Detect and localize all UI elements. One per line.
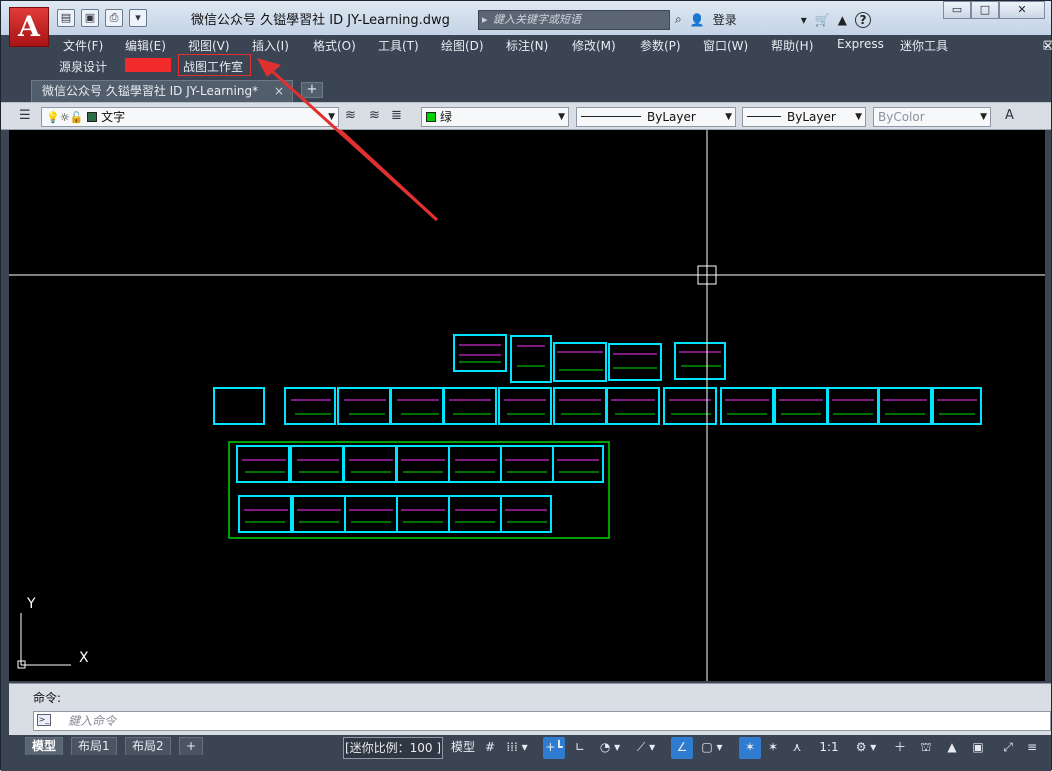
customize-menu-icon[interactable]: ≡ (1021, 737, 1043, 759)
ucs-x-label: X (79, 650, 89, 666)
command-prompt-icon[interactable]: >_ (37, 714, 51, 726)
grid-icon[interactable]: # (481, 737, 499, 759)
model-space-toggle[interactable]: 模型 (449, 737, 477, 759)
ortho-icon[interactable]: ∟ (569, 737, 591, 759)
tab-layout1[interactable]: 布局1 (71, 737, 117, 755)
osnap-tracking-icon[interactable]: ∠ (671, 737, 693, 759)
mini-scale-readout[interactable]: [迷你比例：100 ] (343, 737, 443, 759)
annotation-visibility-icon[interactable]: ✶ (739, 737, 761, 759)
tab-layout2[interactable]: 布局2 (125, 737, 171, 755)
clean-screen-icon[interactable]: ▣ (967, 737, 989, 759)
isolate-icon[interactable]: ⛫ (915, 737, 937, 759)
infer-constraints-icon[interactable]: +┗ (543, 737, 565, 759)
add-layout-button[interactable]: + (179, 737, 204, 755)
tab-model[interactable]: 模型 (25, 737, 64, 755)
app-menu-button[interactable]: A (9, 7, 49, 47)
status-bar: 模型 布局1 布局2 + [迷你比例：100 ] 模型 # ⁞⁞⁞ ▾ +┗ ∟… (1, 735, 1051, 771)
snap-icon[interactable]: ⁞⁞⁞ ▾ (503, 737, 531, 759)
osnap-icon[interactable]: ▢ ▾ (697, 737, 727, 759)
command-input[interactable]: 鍵入命令 (33, 711, 1051, 731)
hardware-accel-icon[interactable]: ▲ (941, 737, 963, 759)
gear-icon[interactable]: ⚙ ▾ (851, 737, 881, 759)
plus-icon[interactable]: ＋ (889, 737, 911, 759)
annotation-scale-icon[interactable]: ⋏ (787, 737, 807, 759)
zoom-ratio[interactable]: 1:1 (811, 737, 847, 759)
ucs-y-label: Y (27, 596, 36, 612)
annotation-arrow-line (261, 61, 439, 222)
command-history: 命令: (33, 691, 62, 705)
sheet-frames (213, 334, 982, 533)
auto-scale-icon[interactable]: ✶ (763, 737, 783, 759)
isodraft-icon[interactable]: ⟋ ▾ (631, 737, 661, 759)
polar-icon[interactable]: ◔ ▾ (595, 737, 625, 759)
annotation-overlay (257, 58, 439, 222)
fullscreen-icon[interactable]: ⤢ (997, 737, 1019, 759)
autocad-window: ▤ ▣ ⎙ ▾ 微信公众号 久镒學習社 ID JY-Learning.dwg 鍵… (0, 0, 1052, 771)
